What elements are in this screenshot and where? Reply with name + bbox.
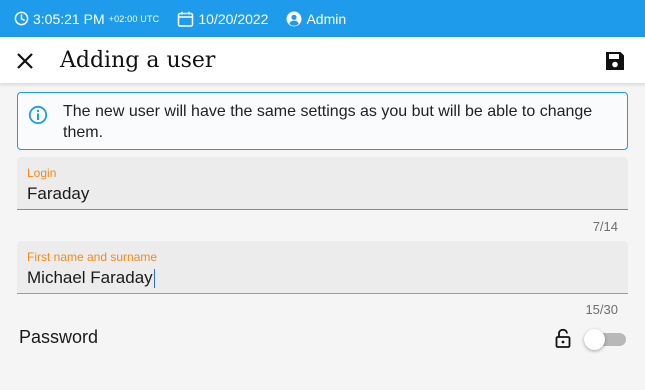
toggle-thumb bbox=[584, 329, 605, 350]
status-bar: 3:05:21 PM +02:00 UTC 10/20/2022 Admin bbox=[0, 0, 645, 37]
date-text: 10/20/2022 bbox=[198, 10, 269, 27]
password-label: Password bbox=[19, 327, 99, 347]
fullname-field[interactable]: First name and surname Michael Faraday bbox=[17, 241, 628, 294]
fullname-input[interactable]: Michael Faraday bbox=[27, 268, 156, 288]
time-text: 3:05:21 PM bbox=[33, 10, 105, 27]
save-icon bbox=[606, 52, 624, 70]
app-window: 3:05:21 PM +02:00 UTC 10/20/2022 Admin A… bbox=[0, 0, 645, 390]
user-icon bbox=[286, 11, 302, 26]
user-display: Admin bbox=[286, 11, 346, 27]
page-title: Adding a user bbox=[60, 48, 216, 73]
info-notice: The new user will have the same settings… bbox=[17, 92, 628, 150]
close-icon bbox=[17, 53, 33, 69]
fullname-value: Michael Faraday bbox=[27, 268, 153, 287]
login-field[interactable]: Login Faraday bbox=[17, 157, 628, 210]
close-button[interactable] bbox=[12, 48, 38, 74]
text-caret bbox=[153, 268, 156, 288]
save-button[interactable] bbox=[603, 49, 627, 73]
info-icon bbox=[28, 105, 48, 125]
user-name: Admin bbox=[306, 10, 347, 27]
unlock-icon bbox=[555, 328, 571, 348]
calendar-icon bbox=[178, 11, 194, 27]
info-text: The new user will have the same settings… bbox=[63, 103, 593, 141]
clock-icon bbox=[14, 11, 29, 26]
timezone-text: +02:00 UTC bbox=[108, 13, 160, 24]
login-input[interactable]: Faraday bbox=[27, 184, 89, 204]
login-label: Login bbox=[27, 166, 57, 180]
time-display: 3:05:21 PM +02:00 UTC bbox=[14, 11, 159, 27]
login-char-counter: 7/14 bbox=[592, 219, 618, 234]
date-display: 10/20/2022 bbox=[177, 11, 268, 27]
login-value: Faraday bbox=[27, 184, 90, 203]
fullname-char-counter: 15/30 bbox=[585, 302, 618, 317]
password-toggle[interactable] bbox=[584, 329, 628, 350]
fullname-label: First name and surname bbox=[27, 250, 158, 264]
title-bar: Adding a user bbox=[0, 37, 645, 84]
